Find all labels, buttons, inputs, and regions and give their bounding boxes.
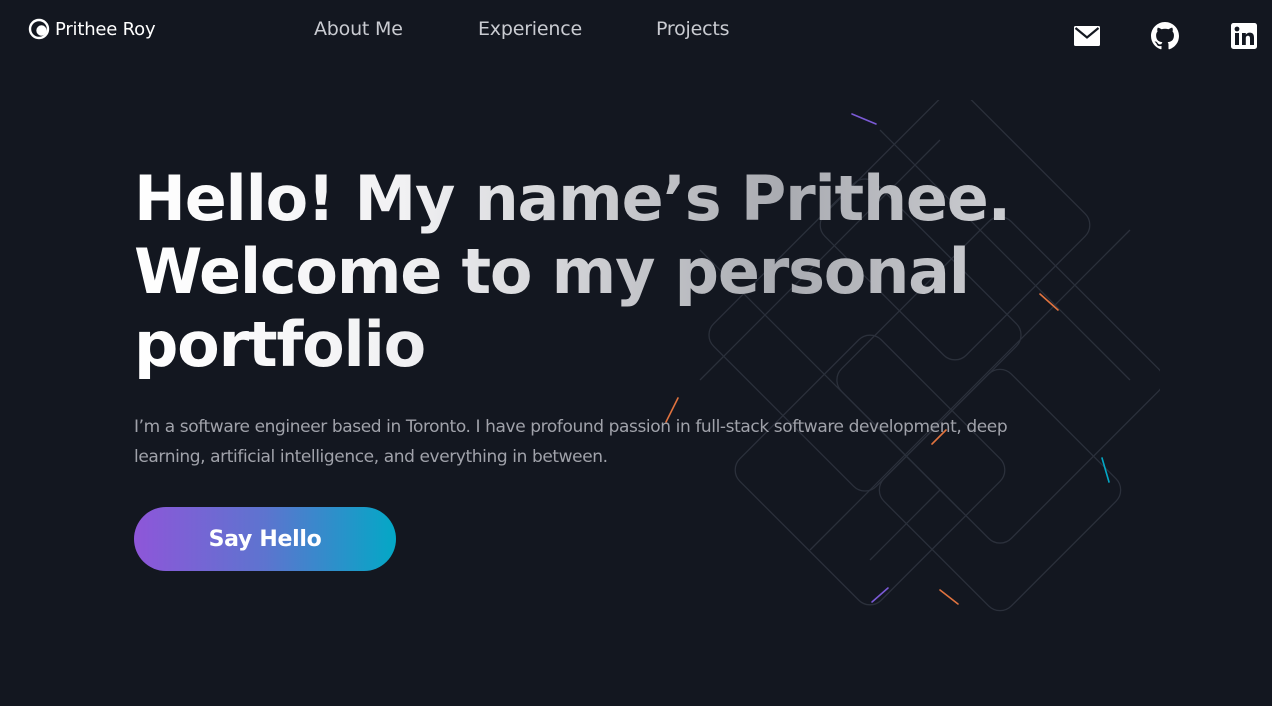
email-link[interactable] [1073,22,1101,50]
linkedin-icon [1231,23,1257,49]
linkedin-link[interactable] [1230,22,1258,50]
crescent-logo-icon [28,18,50,40]
hero-title: Hello! My name’s Prithee. Welcome to my … [134,162,1034,381]
brand-home-link[interactable]: Prithee Roy [28,16,156,42]
nav-link-about-me[interactable]: About Me [314,18,403,40]
brand-name: Prithee Roy [55,18,156,40]
page: Prithee Roy About Me Experience Projects… [0,0,1272,706]
hero-subtitle: I’m a software engineer based in Toronto… [134,417,1008,467]
github-icon [1151,22,1179,50]
mail-icon [1074,26,1100,46]
github-link[interactable] [1151,22,1179,50]
nav-link-experience[interactable]: Experience [478,18,582,40]
say-hello-button[interactable]: Say Hello [134,507,396,571]
nav-link-projects[interactable]: Projects [656,18,730,40]
